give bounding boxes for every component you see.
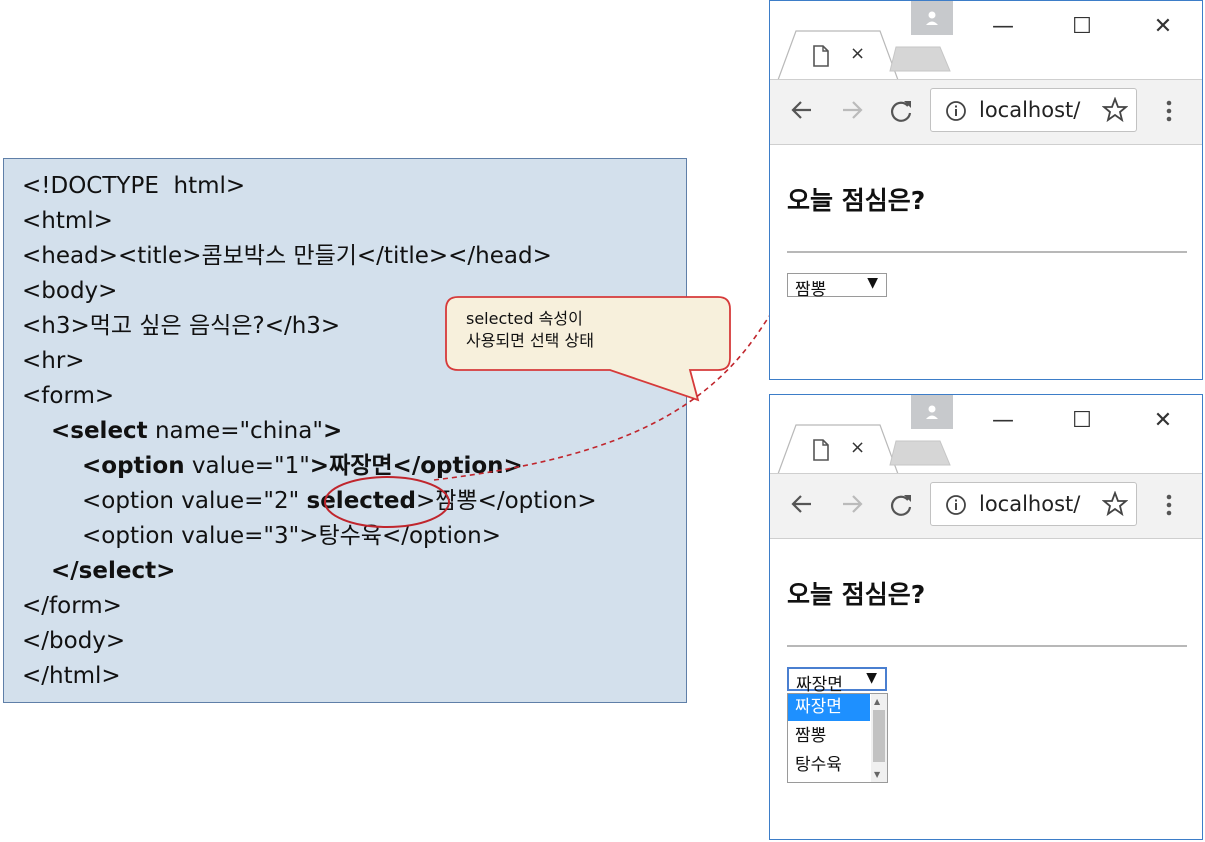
callout-line-2: 사용되면 선택 상태 <box>466 331 594 350</box>
callout-text: selected 속성이 사용되면 선택 상태 <box>466 308 594 352</box>
address-bar[interactable]: localhost/ <box>930 482 1137 526</box>
bookmark-star-icon[interactable] <box>1102 97 1128 123</box>
code-line-head: <head><title>콤보박스 만들기</title></head> <box>22 243 552 269</box>
close-button[interactable]: ✕ <box>1148 405 1178 435</box>
code-line-option-1: <option value="1">짜장면</option> <box>82 451 523 481</box>
minimize-button[interactable]: — <box>988 405 1018 435</box>
scroll-up-arrow-icon[interactable]: ▲ <box>874 697 880 706</box>
code-line-form-close: </form> <box>22 593 122 619</box>
select-value: 짬뽕 <box>795 280 827 300</box>
code-panel: <!DOCTYPE html> <html> <head><title>콤보박스… <box>3 158 687 703</box>
scroll-down-arrow-icon[interactable]: ▼ <box>874 770 880 779</box>
code-line-body-close: </body> <box>22 628 126 654</box>
select-value: 짜장면 <box>796 675 843 695</box>
dropdown-list: 짜장면 짬뽕 탕수육 ▲ ▼ <box>787 693 888 783</box>
info-icon[interactable] <box>945 494 967 516</box>
info-icon[interactable] <box>945 100 967 122</box>
code-option1-attr: value="1" <box>184 453 310 479</box>
browser-toolbar: localhost/ <box>770 473 1202 539</box>
combo-box-select-open[interactable]: 짜장면 ▼ <box>787 667 887 695</box>
horizontal-rule <box>787 645 1187 647</box>
code-line-html-close: </html> <box>22 663 121 689</box>
url-text[interactable]: localhost/ <box>979 98 1099 122</box>
code-line-select-open: <select name="china"> <box>51 416 342 446</box>
forward-arrow-icon[interactable] <box>840 98 864 122</box>
titlebar: — ☐ ✕ × <box>770 395 1202 475</box>
browser-window-bottom: — ☐ ✕ × localhost/ 오늘 점심은? 짜장면 ▼ 짜장면 짬뽕 … <box>769 394 1203 840</box>
minimize-button[interactable]: — <box>988 11 1018 41</box>
browser-window-top: — ☐ ✕ × localhost/ 오늘 점심은? 짬뽕 ▼ <box>769 0 1203 380</box>
code-option1-tag: <option <box>82 453 185 479</box>
code-line-doctype: <!DOCTYPE html> <box>22 173 246 199</box>
code-line-hr: <hr> <box>22 348 85 374</box>
code-select-attr: name="china" <box>147 418 323 444</box>
bookmark-star-icon[interactable] <box>1102 491 1128 517</box>
menu-dots-icon[interactable] <box>1166 100 1172 122</box>
tab-close-icon[interactable]: × <box>850 43 865 64</box>
code-line-option-3: <option value="3">탕수육</option> <box>82 523 501 549</box>
dropdown-option-3[interactable]: 탕수육 <box>788 752 870 779</box>
dropdown-arrow-icon[interactable]: ▼ <box>866 670 877 686</box>
code-line-html-open: <html> <box>22 208 113 234</box>
dropdown-scrollbar[interactable]: ▲ ▼ <box>871 694 887 782</box>
code-line-h3: <h3>먹고 싶은 음식은?</h3> <box>22 313 341 339</box>
document-icon <box>813 45 829 67</box>
menu-dots-icon[interactable] <box>1166 494 1172 516</box>
code-option2-tag: <option value="2" <box>82 488 307 514</box>
code-line-select-close: </select> <box>51 558 176 584</box>
maximize-button[interactable]: ☐ <box>1067 405 1097 435</box>
code-select-close-bracket: > <box>322 418 343 444</box>
document-icon <box>813 439 829 461</box>
address-bar[interactable]: localhost/ <box>930 88 1137 132</box>
code-line-option-2: <option value="2" selected>짬뽕</option> <box>82 486 597 516</box>
forward-arrow-icon[interactable] <box>840 492 864 516</box>
reload-icon[interactable] <box>888 98 914 124</box>
close-button[interactable]: ✕ <box>1148 11 1178 41</box>
url-text[interactable]: localhost/ <box>979 492 1099 516</box>
code-selected-attr: selected <box>306 488 416 514</box>
back-arrow-icon[interactable] <box>790 492 814 516</box>
dropdown-arrow-icon[interactable]: ▼ <box>867 275 878 291</box>
code-line-body-open: <body> <box>22 278 118 304</box>
tab-close-icon[interactable]: × <box>850 437 865 458</box>
code-option2-content: >짬뽕</option> <box>415 488 597 514</box>
page-heading: 오늘 점심은? <box>787 186 926 215</box>
dropdown-option-1[interactable]: 짜장면 <box>788 694 870 721</box>
dropdown-option-2[interactable]: 짬뽕 <box>788 723 870 750</box>
horizontal-rule <box>787 251 1187 253</box>
callout-line-1: selected 속성이 <box>466 309 583 328</box>
combo-box-select[interactable]: 짬뽕 ▼ <box>787 273 887 300</box>
maximize-button[interactable]: ☐ <box>1067 11 1097 41</box>
code-line-form-open: <form> <box>22 383 115 409</box>
code-option1-content: >짜장면</option> <box>309 453 523 479</box>
reload-icon[interactable] <box>888 492 914 518</box>
code-select-tag: <select <box>51 418 148 444</box>
page-heading: 오늘 점심은? <box>787 580 926 609</box>
back-arrow-icon[interactable] <box>790 98 814 122</box>
titlebar: — ☐ ✕ × <box>770 1 1202 81</box>
scrollbar-thumb[interactable] <box>873 710 885 762</box>
browser-toolbar: localhost/ <box>770 79 1202 145</box>
